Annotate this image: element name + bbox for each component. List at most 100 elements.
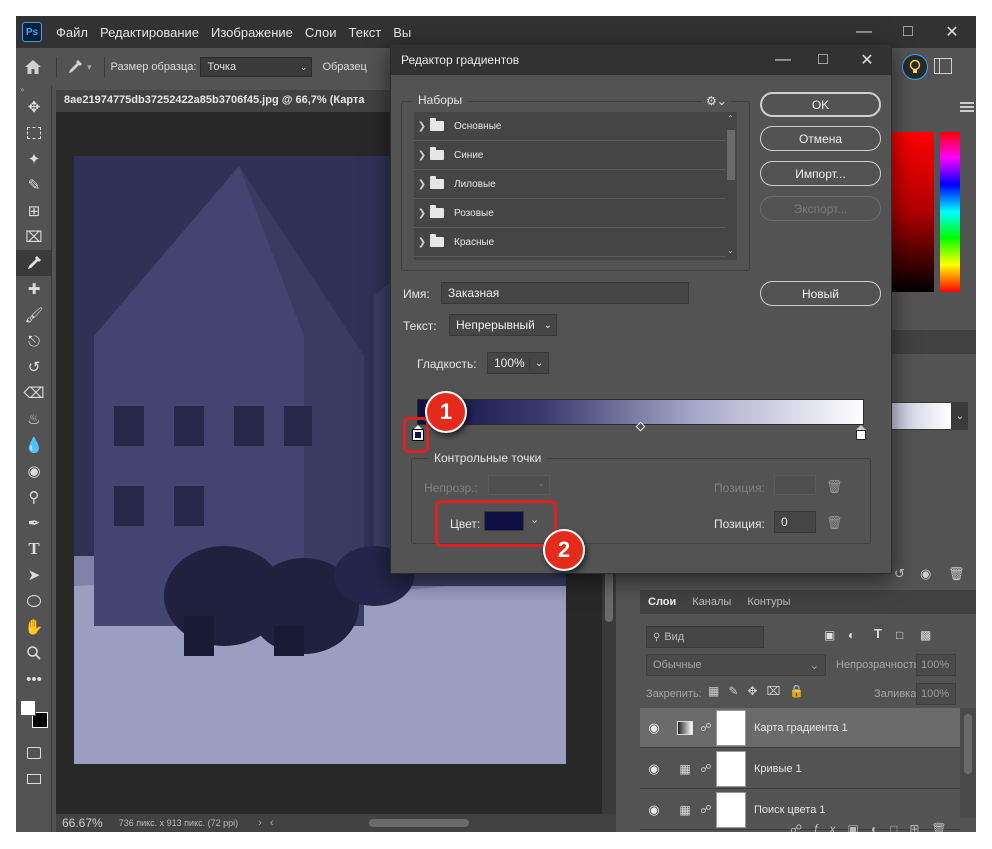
type-tool-icon[interactable]: T xyxy=(16,536,52,562)
visibility-icon[interactable]: ◉ xyxy=(920,566,931,582)
horizontal-scrollbar[interactable] xyxy=(369,819,470,827)
menu-type[interactable]: Текст xyxy=(343,25,388,40)
lightbulb-icon[interactable] xyxy=(902,54,928,80)
eye-icon[interactable]: ◉ xyxy=(640,802,668,818)
tab-layers[interactable]: Слои xyxy=(640,590,684,614)
crop-tool-icon[interactable]: ⊞ xyxy=(16,198,52,224)
gradient-type-select[interactable]: Непрерывный ⌄ xyxy=(449,314,557,336)
layer-actions[interactable]: ☍fx▣◐□⊞🗑 xyxy=(790,822,959,832)
tab-channels[interactable]: Каналы xyxy=(684,590,739,614)
healing-brush-tool-icon[interactable]: ✚ xyxy=(16,276,52,302)
pen-tool-icon[interactable]: ✒ xyxy=(16,510,52,536)
chevron-right-icon[interactable]: ❯ xyxy=(414,150,430,161)
chevron-right-icon[interactable]: ❯ xyxy=(414,237,430,248)
color-stop-right[interactable] xyxy=(856,425,866,440)
link-icon[interactable]: ☍ xyxy=(696,721,716,734)
blur-tool-icon[interactable]: 💧 xyxy=(16,432,52,458)
layer-name[interactable]: Кривые 1 xyxy=(754,763,802,775)
opacity-field[interactable]: 100% xyxy=(916,654,956,676)
zoom-level[interactable]: 66.67% xyxy=(62,816,103,830)
smoothness-field[interactable]: 100% ⌄ xyxy=(487,352,549,374)
paint-bucket-tool-icon[interactable]: ♨ xyxy=(16,406,52,432)
delete-icon[interactable]: 🗑 xyxy=(948,566,965,582)
opacity-position-field[interactable] xyxy=(774,475,816,495)
frame-tool-icon[interactable]: ⌧ xyxy=(16,224,52,250)
menu-select[interactable]: Вы xyxy=(387,25,417,40)
eraser-tool-icon[interactable]: ⌫ xyxy=(16,380,52,406)
ok-button[interactable]: OK xyxy=(760,92,881,117)
foreground-color-swatch[interactable] xyxy=(20,700,36,716)
chevron-left-icon[interactable]: ‹ xyxy=(270,817,274,829)
color-swatches[interactable] xyxy=(16,692,51,740)
delete-stop-icon[interactable]: 🗑 xyxy=(826,479,843,495)
name-input[interactable]: Заказная xyxy=(441,282,689,304)
blend-mode-select[interactable]: Обычные ⌄ xyxy=(646,654,826,676)
layers-scrollbar[interactable] xyxy=(960,708,976,818)
move-tool-icon[interactable]: ✥ xyxy=(16,94,52,120)
filter-smartobject-icon[interactable]: ▩ xyxy=(920,628,931,642)
chevron-up-icon[interactable]: ⌃ xyxy=(727,114,734,123)
clone-stamp-tool-icon[interactable]: ⎋ xyxy=(16,328,52,354)
opacity-stop-field[interactable]: ⌄ xyxy=(488,475,550,495)
dodge-tool-icon[interactable]: ◉ xyxy=(16,458,52,484)
preset-folder[interactable]: ❯ Розовые xyxy=(414,199,725,228)
gear-icon[interactable]: ⚙⌄ xyxy=(702,94,731,108)
panel-menu-icon[interactable] xyxy=(960,102,974,112)
reset-icon[interactable]: ↺ xyxy=(894,566,905,582)
eye-icon[interactable]: ◉ xyxy=(640,761,668,777)
quick-mask-icon[interactable] xyxy=(16,740,52,766)
new-button[interactable]: Новый xyxy=(760,281,881,306)
delete-stop-icon[interactable]: 🗑 xyxy=(826,515,843,531)
chevron-down-icon[interactable]: ▾ xyxy=(87,62,92,73)
hand-tool-icon[interactable]: ✋ xyxy=(16,614,52,640)
layer-name[interactable]: Поиск цвета 1 xyxy=(754,804,826,816)
layer-row[interactable]: ◉ ▦ ☍ Кривые 1 xyxy=(640,749,960,789)
eye-icon[interactable]: ◉ xyxy=(640,720,668,736)
fill-field[interactable]: 100% xyxy=(916,683,956,705)
collapse-icon[interactable]: » xyxy=(16,86,51,94)
import-button[interactable]: Импорт... xyxy=(760,161,881,186)
filter-shape-icon[interactable]: □ xyxy=(896,628,903,642)
screen-mode-icon[interactable] xyxy=(16,766,52,792)
minimize-icon[interactable]: — xyxy=(763,45,803,75)
menu-file[interactable]: Файл xyxy=(50,25,94,40)
menu-image[interactable]: Изображение xyxy=(205,25,299,40)
layer-row[interactable]: ◉ ☍ Карта градиента 1 xyxy=(640,708,960,748)
chevron-right-icon[interactable]: ❯ xyxy=(414,179,430,190)
tab-paths[interactable]: Контуры xyxy=(739,590,798,614)
menu-layers[interactable]: Слои xyxy=(299,25,343,40)
link-icon[interactable]: ☍ xyxy=(696,762,716,775)
layer-mask-thumbnail[interactable] xyxy=(716,750,746,787)
filter-image-icon[interactable]: ▣ xyxy=(824,628,835,642)
layer-filter[interactable]: ⚲ Вид xyxy=(646,626,764,648)
home-icon[interactable] xyxy=(16,52,50,82)
chevron-down-icon[interactable]: ⌄ xyxy=(952,402,968,430)
workspace-icon[interactable] xyxy=(934,58,952,74)
preset-folder[interactable]: ❯ Красные xyxy=(414,228,725,257)
cancel-button[interactable]: Отмена xyxy=(760,126,881,151)
chevron-down-icon[interactable]: ⌄ xyxy=(727,246,734,255)
menu-edit[interactable]: Редактирование xyxy=(94,25,205,40)
more-tools-icon[interactable]: ••• xyxy=(16,666,52,692)
filter-type-icon[interactable]: T xyxy=(874,626,882,641)
maximize-icon[interactable]: □ xyxy=(886,16,930,48)
sponge-tool-icon[interactable]: ⚲ xyxy=(16,484,52,510)
hue-slider[interactable] xyxy=(940,132,960,292)
ellipse-tool-icon[interactable] xyxy=(16,588,52,614)
sample-size-select[interactable]: Точка ⌄ xyxy=(200,57,313,77)
chevron-right-icon[interactable]: ❯ xyxy=(414,208,430,219)
chevron-down-icon[interactable]: ⌄ xyxy=(529,357,548,369)
object-selection-tool-icon[interactable]: ✦ xyxy=(16,146,52,172)
zoom-tool-icon[interactable] xyxy=(16,640,52,666)
preset-folder[interactable]: ❯ Лиловые xyxy=(414,170,725,199)
chevron-right-icon[interactable]: ❯ xyxy=(414,121,430,132)
layer-name[interactable]: Карта градиента 1 xyxy=(754,722,848,734)
close-icon[interactable]: ✕ xyxy=(847,45,887,75)
filter-adjustment-icon[interactable]: ◐ xyxy=(848,628,855,642)
layer-mask-thumbnail[interactable] xyxy=(716,709,746,746)
path-selection-tool-icon[interactable]: ➤ xyxy=(16,562,52,588)
export-button[interactable]: Экспорт... xyxy=(760,196,881,221)
preset-folder[interactable]: ❯ Основные xyxy=(414,112,725,141)
layer-mask-thumbnail[interactable] xyxy=(716,791,746,828)
presets-list[interactable]: ❯ Основные ❯ Синие ❯ Лиловые ❯ Розовые ❯ xyxy=(414,112,737,260)
